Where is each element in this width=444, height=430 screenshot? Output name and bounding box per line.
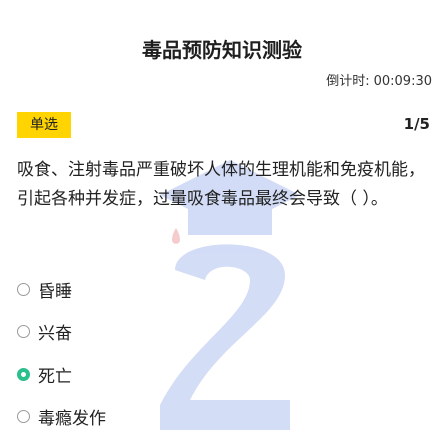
page-title: 毒品预防知识测验 (142, 38, 302, 62)
option-label: 兴奋 (38, 323, 72, 344)
question-progress: 1/5 (403, 115, 430, 133)
question-type-badge: 单选 (17, 112, 71, 138)
radio-icon[interactable] (17, 282, 30, 296)
countdown-timer: 倒计时: 00:09:30 (326, 70, 432, 89)
option-3[interactable]: 死亡 (17, 360, 72, 388)
option-label: 昏睡 (38, 281, 72, 302)
radio-checked-icon[interactable] (17, 367, 30, 381)
option-2[interactable]: 兴奋 (17, 317, 72, 345)
question-text: 吸食、注射毒品严重破坏人体的生理机能和免疫机能，引起各种并发症，过量吸食毒品最终… (17, 160, 425, 209)
option-label: 毒瘾发作 (38, 408, 106, 429)
option-4[interactable]: 毒瘾发作 (17, 402, 106, 430)
radio-icon[interactable] (17, 409, 30, 423)
radio-icon[interactable] (17, 324, 30, 338)
option-label: 死亡 (38, 366, 72, 387)
timer-label: 倒计时: (326, 74, 370, 89)
timer-value: 00:09:30 (373, 74, 432, 89)
option-1[interactable]: 昏睡 (17, 275, 72, 303)
